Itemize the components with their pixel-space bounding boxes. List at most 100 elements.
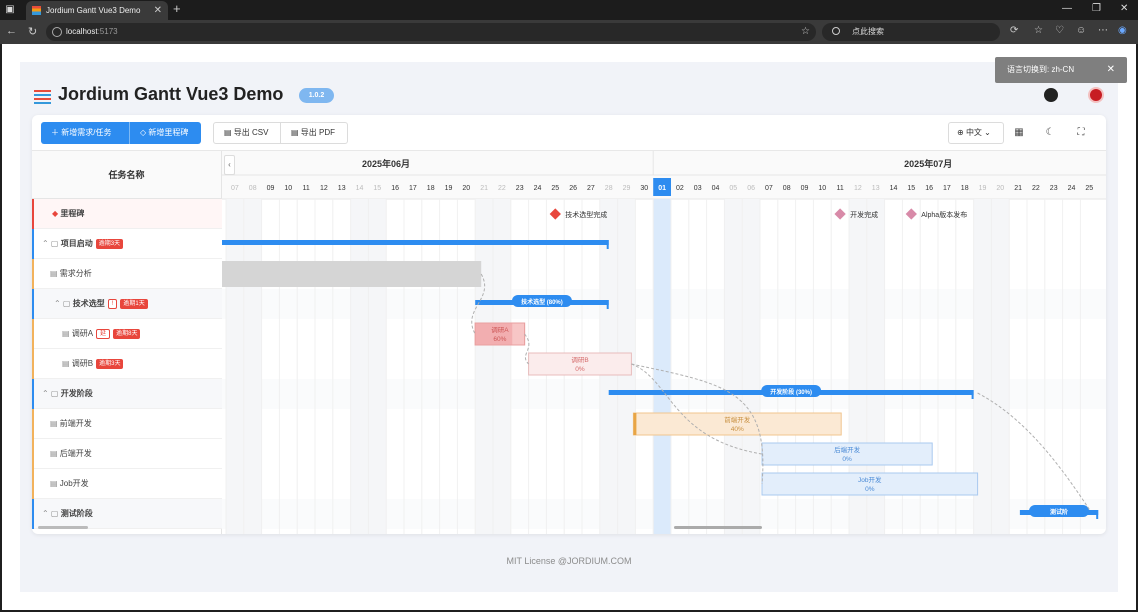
day-label: 24 <box>1068 185 1076 192</box>
language-select[interactable]: ⊕ 中文 ⌄ <box>948 122 1004 144</box>
task-name-label: 调研A <box>71 329 94 338</box>
day-label: 29 <box>623 185 631 192</box>
weekend-column <box>350 199 369 534</box>
folder-icon[interactable]: ⌃ ▢ <box>42 389 61 398</box>
task-row[interactable]: ⌃ ▢ 项目启动 逾期3天 <box>32 229 222 259</box>
favorites-icon[interactable]: ☆ <box>1034 25 1043 36</box>
weekend-column <box>368 199 387 534</box>
task-row-color-bar <box>32 469 34 499</box>
profile-avatar[interactable]: ☺ <box>1076 25 1086 36</box>
weekend-column <box>475 199 493 534</box>
summary-bar-label: 测试阶 <box>1050 508 1068 516</box>
day-label: 22 <box>1032 185 1040 192</box>
toast-close-icon[interactable]: ✕ <box>1107 57 1115 83</box>
task-name: ▤ 后端开发 <box>50 439 92 469</box>
day-label: 26 <box>569 185 577 192</box>
url-field[interactable]: localhost:5173 ☆ <box>46 23 816 41</box>
milestone-label: 技术选型完成 <box>565 210 607 219</box>
github-icon[interactable] <box>1044 88 1058 102</box>
fullscreen-icon[interactable]: ⛶ <box>1070 122 1092 144</box>
overdue-badge: 逾期1天 <box>120 298 148 309</box>
task-name: ⌃ ▢ 测试阶段 <box>42 499 93 529</box>
window-menu-icon[interactable]: ▣ <box>4 4 16 15</box>
task-list-scrollbar[interactable] <box>38 526 88 529</box>
task-flag-badge: 延 <box>96 328 111 339</box>
browser-search-field[interactable]: 点此搜索 <box>822 23 1000 41</box>
minimize-icon[interactable]: — <box>1062 3 1072 14</box>
folder-icon[interactable]: ⌃ ▢ <box>42 239 61 248</box>
task-row[interactable]: ⌃ ▢ 技术选型! 逾期1天 <box>32 289 222 319</box>
folder-icon[interactable]: ⌃ ▢ <box>54 299 73 308</box>
task-bar-progress: 0% <box>575 366 585 373</box>
restore-icon[interactable]: ❐ <box>1092 3 1101 14</box>
task-name-label: 后端开发 <box>59 449 92 458</box>
day-label: 12 <box>320 185 328 192</box>
summary-bar-end <box>971 390 974 399</box>
task-row[interactable]: ▤ 后端开发 <box>32 439 222 469</box>
task-row[interactable]: ▤ 调研B 逾期3天 <box>32 349 222 379</box>
weekend-column <box>724 199 743 534</box>
summary-bar-end <box>606 240 609 249</box>
task-row[interactable]: ▤ 调研A 延逾期8天 <box>32 319 222 349</box>
day-label: 04 <box>712 185 720 192</box>
theme-toggle-icon[interactable]: ☾ <box>1039 122 1061 144</box>
day-label: 23 <box>516 185 524 192</box>
task-bar-label: 调研A <box>491 325 509 334</box>
task-row-color-bar <box>32 259 34 289</box>
export-pdf-button[interactable]: ▤ 导出 PDF <box>280 122 348 144</box>
month-label: 2025年07月 <box>904 158 952 169</box>
day-label: 22 <box>498 185 506 192</box>
overdue-badge: 逾期3天 <box>96 358 124 369</box>
task-row[interactable]: ▤ Job开发 <box>32 469 222 499</box>
close-tab-icon[interactable]: ✕ <box>154 1 162 20</box>
day-label: 24 <box>534 185 542 192</box>
reload-icon[interactable]: ↻ <box>28 25 37 38</box>
month-label: 2025年06月 <box>362 158 410 169</box>
back-icon[interactable]: ← <box>6 25 17 37</box>
add-task-button[interactable]: ＋ 新增需求/任务 <box>41 122 129 144</box>
collections-icon[interactable]: ♡ <box>1055 25 1064 36</box>
close-window-icon[interactable]: ✕ <box>1120 3 1128 14</box>
day-label: 15 <box>373 185 381 192</box>
task-row[interactable]: ▤ 前端开发 <box>32 409 222 439</box>
summary-bar-label: 技术选型 (80%) <box>521 298 563 306</box>
task-list-panel: 任务名称 ◆ 里程碑 ⌃ ▢ 项目启动 逾期3天 ▤ 需求分析 ⌃ ▢ 技术选型! 逾期1… <box>32 151 222 534</box>
app-logo-icon <box>34 90 51 104</box>
timeline-scrollbar[interactable] <box>674 526 762 529</box>
task-row-color-bar <box>32 319 34 349</box>
export-csv-button[interactable]: ▤ 导出 CSV <box>213 122 281 144</box>
day-label: 12 <box>854 185 862 192</box>
task-bar-progress: 40% <box>731 426 744 433</box>
task-row[interactable]: ⌃ ▢ 测试阶段 <box>32 499 222 529</box>
collapse-panel-button[interactable]: ‹ <box>224 155 235 175</box>
task-name-label: 技术选型 <box>72 299 105 308</box>
folder-icon[interactable]: ⌃ ▢ <box>42 509 61 518</box>
weekend-column <box>226 199 244 534</box>
task-row[interactable]: ▤ 需求分析 <box>32 259 222 289</box>
gantt-card: ＋ 新增需求/任务 ◇ 新增里程碑 ▤ 导出 CSV ▤ 导出 PDF ⊕ 中文… <box>32 115 1106 534</box>
task-name-label: Job开发 <box>59 479 89 488</box>
task-name-label: 需求分析 <box>59 269 92 278</box>
day-label: 30 <box>640 185 648 192</box>
new-tab-icon[interactable]: + <box>173 1 181 16</box>
export-pdf-label: 导出 PDF <box>300 128 336 137</box>
milestone-label: Alpha版本发布 <box>921 210 967 219</box>
task-doc-icon: ▤ <box>50 269 60 278</box>
task-row[interactable]: ⌃ ▢ 开发阶段 <box>32 379 222 409</box>
milestone-diamond <box>905 208 917 220</box>
calendar-icon[interactable]: ▦ <box>1008 122 1030 144</box>
day-label: 08 <box>249 185 257 192</box>
day-label: 06 <box>747 185 755 192</box>
bookmark-star-icon[interactable]: ☆ <box>801 23 810 41</box>
copilot-icon[interactable]: ◉ <box>1118 25 1127 36</box>
gitee-icon[interactable] <box>1088 87 1104 103</box>
day-label: 10 <box>818 185 826 192</box>
weekend-column <box>991 199 1010 534</box>
browser-tab[interactable]: Jordium Gantt Vue3 Demo ✕ <box>26 1 168 20</box>
export-csv-label: 导出 CSV <box>233 128 269 137</box>
extension-icon[interactable]: ⟳ <box>1010 25 1018 36</box>
task-row[interactable]: ◆ 里程碑 <box>32 199 222 229</box>
site-info-icon[interactable] <box>52 27 62 37</box>
more-menu-icon[interactable]: ⋯ <box>1098 25 1108 36</box>
add-milestone-button[interactable]: ◇ 新增里程碑 <box>129 122 201 144</box>
